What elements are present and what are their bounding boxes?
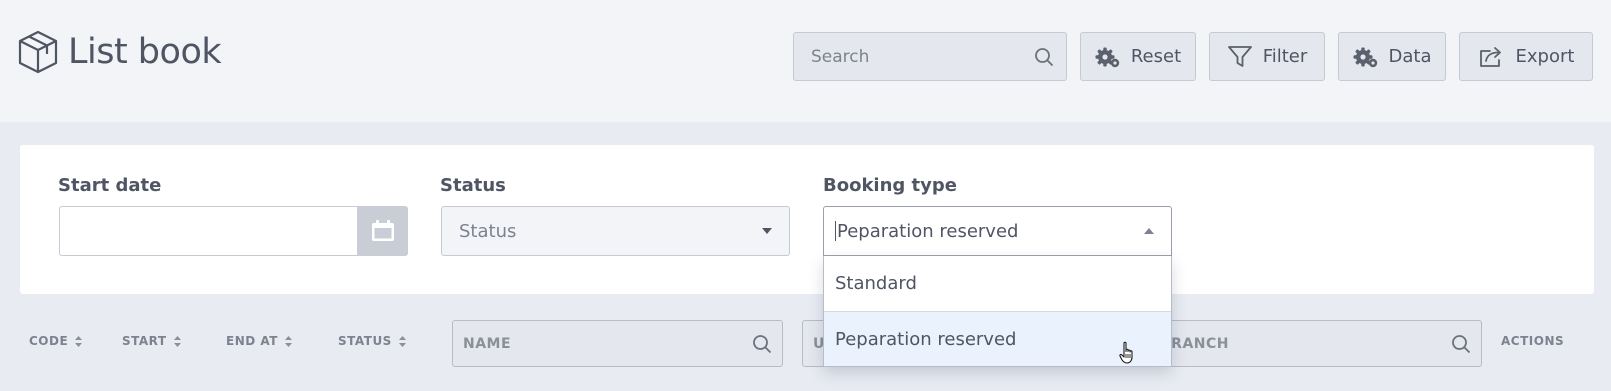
hand-pointer-icon [1119,341,1133,364]
column-label: START [122,334,167,348]
reset-button[interactable]: Reset [1080,32,1196,81]
search-icon[interactable] [752,334,772,354]
gears-icon [1353,47,1377,67]
dropdown-option-standard[interactable]: Standard [824,256,1171,311]
sort-icon [284,335,292,347]
brand: List book [18,30,222,74]
column-header-status[interactable]: STATUS [338,334,407,348]
data-button[interactable]: Data [1338,32,1446,81]
status-select-placeholder: Status [459,220,517,242]
sort-icon [398,335,406,347]
search-input[interactable] [811,46,1034,67]
calendar-icon [371,220,394,241]
caret-up-icon [1144,228,1154,234]
column-header-start[interactable]: START [122,334,182,348]
booking-type-label: Booking type [823,175,957,196]
column-header-actions: ACTIONS [1501,334,1564,348]
top-bar: List book Reset Filter [0,0,1611,122]
filter-button[interactable]: Filter [1209,32,1325,81]
text-caret [835,221,836,241]
search-box[interactable] [793,32,1067,81]
name-search-input[interactable] [463,335,752,352]
column-header-end-at[interactable]: END AT [226,334,293,348]
data-label: Data [1388,46,1432,67]
column-label: STATUS [338,334,392,348]
calendar-button[interactable] [357,206,408,256]
reset-label: Reset [1130,46,1182,67]
branch-search-box[interactable] [1150,320,1482,367]
status-label: Status [440,175,506,196]
sort-icon [173,335,181,347]
column-label: CODE [29,334,69,348]
status-select[interactable]: Status [441,206,790,256]
page-title: List book [68,32,222,72]
search-icon[interactable] [1451,334,1471,354]
branch-search-input[interactable] [1160,335,1451,352]
funnel-icon [1227,45,1252,67]
export-label: Export [1515,46,1575,67]
name-search-box[interactable] [452,320,783,367]
column-label: ACTIONS [1501,334,1565,348]
filter-label: Filter [1262,46,1308,67]
start-date-input[interactable] [59,206,358,256]
search-icon[interactable] [1034,47,1054,67]
start-date-label: Start date [58,175,162,196]
caret-down-icon [762,228,772,234]
booking-type-value: Peparation reserved [837,220,1019,242]
column-label: END AT [226,334,278,348]
export-button[interactable]: Export [1459,32,1593,81]
share-export-icon [1479,46,1501,67]
column-header-code[interactable]: CODE [29,334,83,348]
box-icon [18,30,58,74]
gears-icon [1095,47,1120,67]
booking-type-select[interactable]: Peparation reserved [823,206,1172,256]
sort-icon [75,335,83,347]
